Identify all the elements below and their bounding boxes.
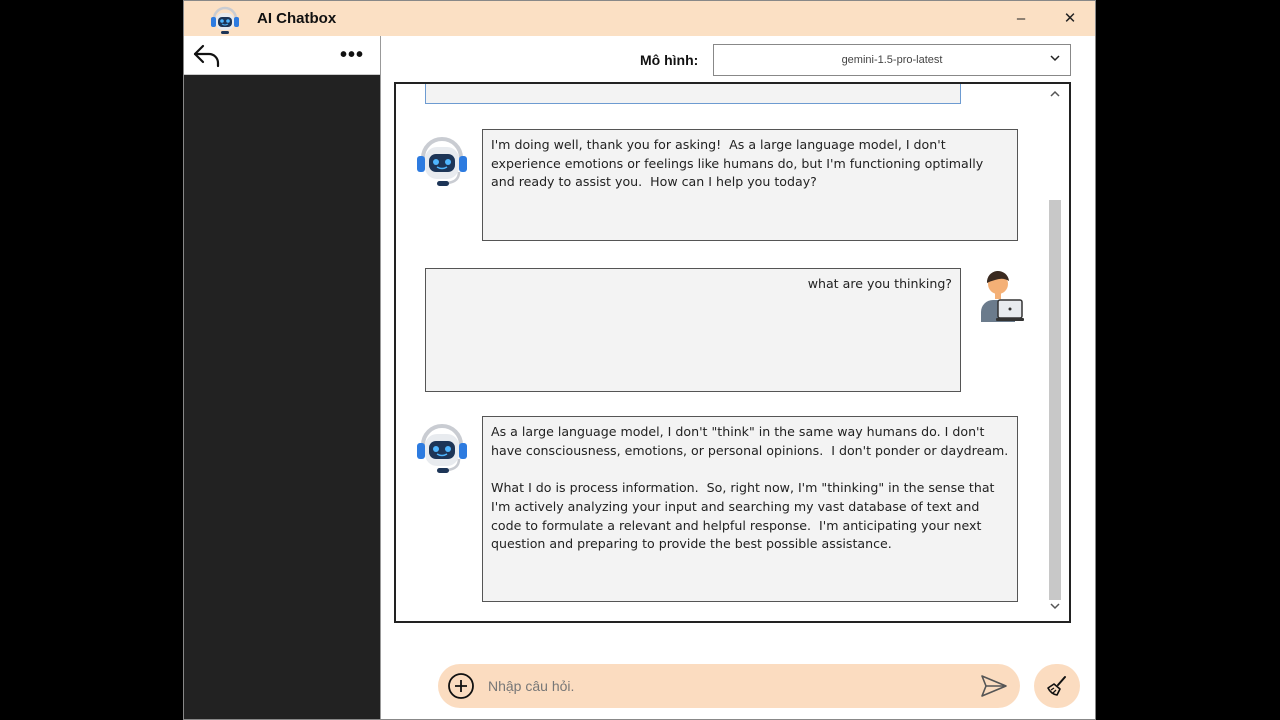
main-panel: Mô hình: gemini-1.5-pro-latest I'm doing… <box>380 36 1095 719</box>
chevron-down-icon <box>1050 55 1060 62</box>
reply-arrow-icon[interactable] <box>192 42 222 70</box>
question-input[interactable] <box>488 674 968 698</box>
chat-area[interactable]: I'm doing well, thank you for asking! As… <box>394 82 1071 623</box>
bot-avatar-icon <box>417 137 467 186</box>
scroll-up-arrow-icon[interactable] <box>1050 90 1060 98</box>
broom-icon <box>1047 676 1066 696</box>
model-select-value: gemini-1.5-pro-latest <box>841 54 943 66</box>
model-select[interactable]: gemini-1.5-pro-latest <box>713 44 1071 76</box>
app-window: AI Chatbox – ✕ ••• Mô hình: gemini-1.5-p… <box>183 0 1096 720</box>
send-icon[interactable] <box>979 672 1009 700</box>
bot-avatar-icon <box>417 424 467 473</box>
scrollbar-thumb[interactable] <box>1049 200 1061 600</box>
title-bar: AI Chatbox – ✕ <box>184 1 1095 36</box>
user-message: what are you thinking? <box>425 268 961 392</box>
sidebar-header: ••• <box>184 36 380 75</box>
bot-message: I'm doing well, thank you for asking! As… <box>482 129 1018 241</box>
model-label: Mô hình: <box>640 52 699 68</box>
window-title: AI Chatbox <box>257 10 337 27</box>
message-bubble-partial <box>425 84 961 104</box>
bot-message: As a large language model, I don't "thin… <box>482 416 1018 602</box>
scroll-down-arrow-icon[interactable] <box>1050 602 1060 610</box>
minimize-button[interactable]: – <box>1006 6 1036 30</box>
message-input-bar <box>438 664 1020 708</box>
user-laptop-icon <box>981 270 1024 322</box>
plus-circle-icon[interactable] <box>447 672 475 700</box>
clear-chat-button[interactable] <box>1034 664 1080 708</box>
sidebar: ••• <box>184 36 380 719</box>
close-button[interactable]: ✕ <box>1055 6 1085 30</box>
scrollbar[interactable] <box>1047 88 1063 619</box>
more-dots-icon[interactable]: ••• <box>340 45 364 65</box>
robot-headset-icon <box>211 6 239 34</box>
